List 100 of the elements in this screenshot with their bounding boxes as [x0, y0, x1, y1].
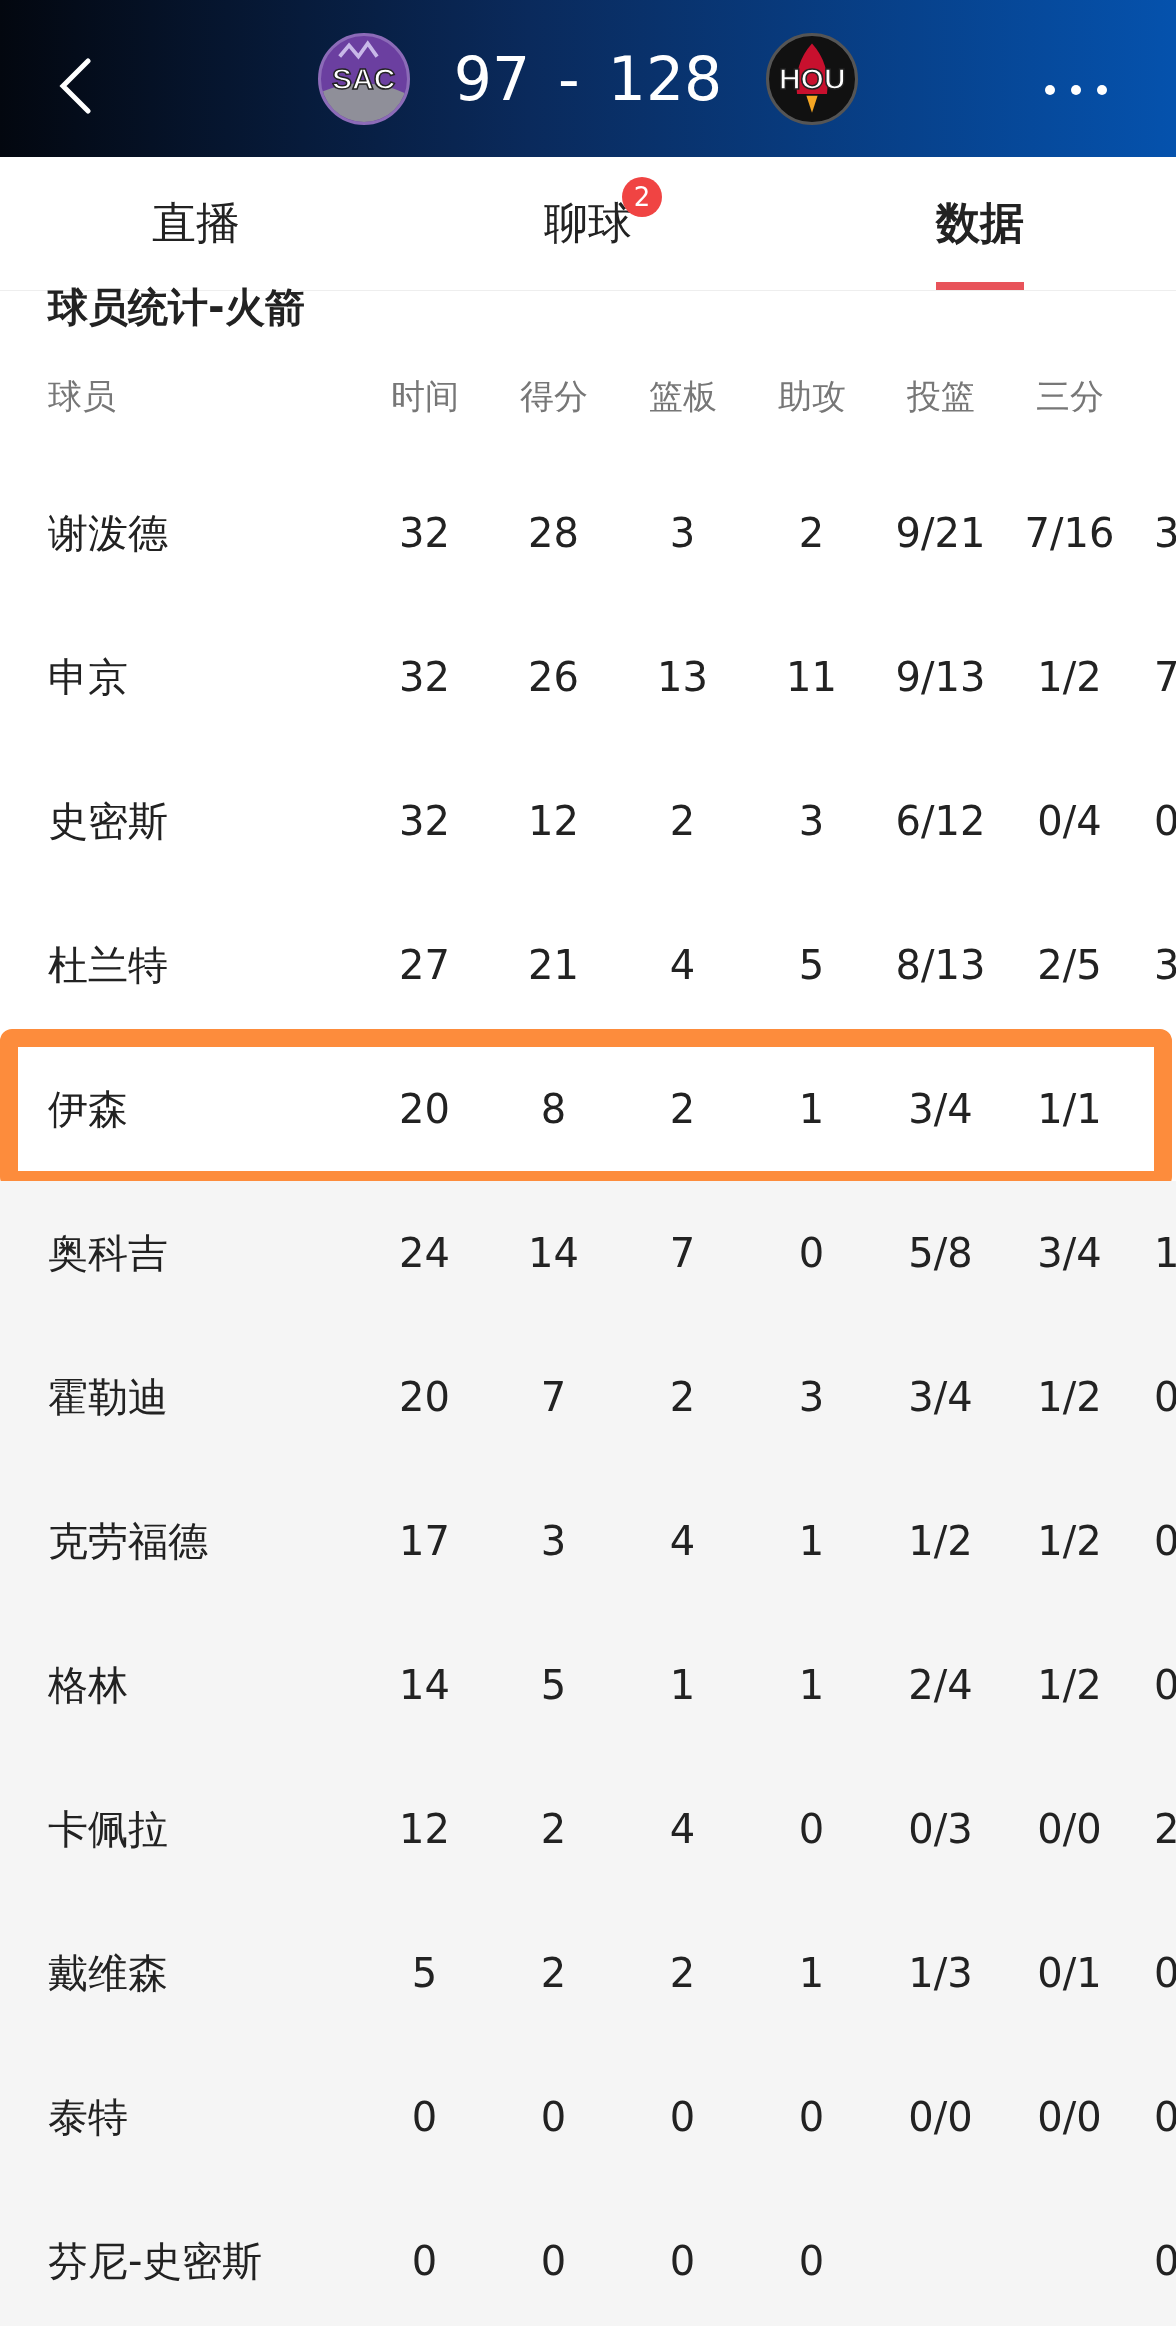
player-name: 史密斯: [47, 796, 169, 846]
table-cell-text: 2/5: [1036, 942, 1103, 988]
table-cell-text: 3: [1153, 510, 1176, 556]
table-cell-text: 0: [797, 2094, 826, 2140]
table-cell-text: 5: [797, 942, 826, 988]
table-cell-text: 12: [398, 1806, 451, 1852]
table-cell-text: 3/4: [1036, 1230, 1103, 1276]
table-cell-text: 4: [668, 1806, 697, 1852]
table-cell-text: 0: [539, 2094, 568, 2140]
table-cell-text: 11: [785, 654, 838, 700]
table-cell-text: 5: [410, 1950, 439, 1996]
table-cell-text: 3: [1153, 942, 1176, 988]
table-cell-text: 0/1: [1036, 1950, 1103, 1996]
back-icon[interactable]: [58, 58, 92, 114]
player-name: 伊森: [47, 1084, 129, 1134]
column-header: 球员: [47, 375, 117, 418]
table-cell-text: 1: [668, 1662, 697, 1708]
table-cell-text: 8: [539, 1086, 568, 1132]
table-cell-text: 12: [527, 798, 580, 844]
player-name: 格林: [47, 1660, 129, 1710]
table-cell-text: 27: [398, 942, 451, 988]
table-cell-text: 7: [539, 1374, 568, 1420]
player-name: 泰特: [47, 2092, 129, 2142]
player-name: 芬尼-史密斯: [47, 2236, 264, 2286]
table-cell-text: 32: [398, 798, 451, 844]
table-cell-text: 0/0: [907, 2094, 974, 2140]
table-cell-text: 2/4: [907, 1662, 974, 1708]
more-icon[interactable]: [1044, 84, 1108, 96]
table-cell-text: 6/12: [894, 798, 987, 844]
player-name: 申京: [47, 652, 129, 702]
table-cell-text: 1/2: [1036, 654, 1103, 700]
table-cell-text: 0: [797, 1806, 826, 1852]
table-cell-text: 32: [398, 510, 451, 556]
team-logo: SAC: [317, 32, 410, 125]
player-name: 谢泼德: [47, 508, 169, 558]
table-cell-text: 14: [527, 1230, 580, 1276]
table-cell-text: 2: [797, 510, 826, 556]
player-name: 霍勒迪: [47, 1372, 169, 1422]
column-header: 助攻: [776, 375, 847, 418]
player-name: 戴维森: [47, 1948, 169, 1998]
table-cell-text: 1/1: [1036, 1086, 1103, 1132]
table-cell-text: 3: [539, 1518, 568, 1564]
table-cell-text: 1: [797, 1086, 826, 1132]
table-cell-text: 1: [797, 1518, 826, 1564]
table-cell-text: 32: [398, 654, 451, 700]
table-cell-text: 5/8: [907, 1230, 974, 1276]
table-cell-text: 0: [797, 1230, 826, 1276]
player-name: 奥科吉: [47, 1228, 169, 1278]
column-header: 三分: [1034, 375, 1105, 418]
table-cell-text: 2: [668, 1374, 697, 1420]
table-cell-text: 0: [797, 2238, 826, 2284]
table-cell-text: 7: [1153, 654, 1176, 700]
column-header: 篮板: [647, 375, 718, 418]
table-cell-text: 0: [668, 2094, 697, 2140]
table-cell-text: 13: [656, 654, 709, 700]
table-cell-text: 2: [668, 1950, 697, 1996]
table-cell-text: 9/21: [894, 510, 987, 556]
home-score: 97: [453, 43, 531, 114]
score-separator: -: [558, 43, 580, 114]
table-cell-text: 1/2: [1036, 1374, 1103, 1420]
table-cell-text: 8/13: [894, 942, 987, 988]
table-cell-text: 2: [668, 1086, 697, 1132]
table-cell-text: 4: [668, 942, 697, 988]
table-cell-text: 1/2: [1036, 1662, 1103, 1708]
table-cell-text: 0/4: [1036, 798, 1103, 844]
table-cell-text: 1: [797, 1662, 826, 1708]
table-cell-text: 21: [527, 942, 580, 988]
table-cell-text: 2: [539, 1950, 568, 1996]
table-cell-text: 2: [1153, 1806, 1176, 1852]
table-cell-text: 20: [398, 1086, 451, 1132]
table-cell-text: 2: [668, 798, 697, 844]
tab[interactable]: 数据: [936, 157, 1024, 290]
column-header: 得分: [518, 375, 589, 418]
away-score: 128: [607, 43, 723, 114]
table-cell-text: 2: [539, 1806, 568, 1852]
table-cell-text: 1: [1153, 1230, 1176, 1276]
table-cell-text: 0/3: [907, 1806, 974, 1852]
table-cell-text: 24: [398, 1230, 451, 1276]
table-cell-text: 0/0: [1036, 1806, 1103, 1852]
table-cell-text: 26: [527, 654, 580, 700]
table-cell-text: 1/2: [1036, 1518, 1103, 1564]
table-cell-text: 28: [527, 510, 580, 556]
table-cell-text: 3/4: [907, 1086, 974, 1132]
table-cell-text: 5: [539, 1662, 568, 1708]
table-cell-text: 4: [668, 1518, 697, 1564]
table-cell-text: 0: [410, 2238, 439, 2284]
table-cell-text: 0/0: [1036, 2094, 1103, 2140]
table-cell-text: 0: [668, 2238, 697, 2284]
table-cell-text: 0: [539, 2238, 568, 2284]
column-header: 投篮: [905, 375, 976, 418]
table-cell-text: 20: [398, 1374, 451, 1420]
table-cell-text: 3: [668, 510, 697, 556]
table-cell-text: 7: [668, 1230, 697, 1276]
table-cell-text: 3: [797, 798, 826, 844]
table-cell-text: 17: [398, 1518, 451, 1564]
player-name: 杜兰特: [47, 940, 169, 990]
column-header: 时间: [389, 375, 460, 418]
table-cell-text: 1/3: [907, 1950, 974, 1996]
table-cell-text: 3: [797, 1374, 826, 1420]
table-cell-text: 14: [398, 1662, 451, 1708]
